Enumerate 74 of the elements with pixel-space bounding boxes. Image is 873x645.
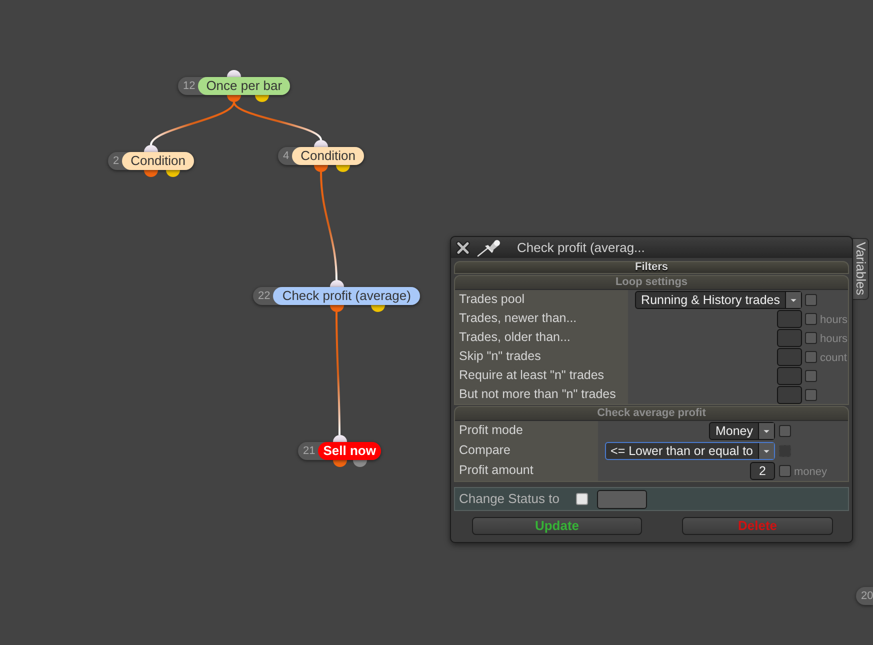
checkbox[interactable] <box>779 465 791 477</box>
node-number: 2 <box>112 154 120 169</box>
node-body[interactable]: 21 Sell now <box>298 442 381 460</box>
number-field[interactable] <box>777 310 802 328</box>
output-port-icon[interactable] <box>255 95 269 102</box>
checkbox[interactable] <box>805 350 817 362</box>
field-label: Compare <box>455 441 598 461</box>
section-title: Check average profit <box>455 407 848 421</box>
panel-title: Check profit (averag... <box>517 238 645 257</box>
output-port-icon[interactable] <box>332 460 346 467</box>
checkbox[interactable] <box>805 388 817 400</box>
output-port-icon[interactable] <box>371 305 386 312</box>
caret-icon <box>758 443 774 459</box>
node-body[interactable]: 4 Condition <box>278 147 364 165</box>
checkbox[interactable] <box>779 425 791 437</box>
node-body[interactable]: 22 Check profit (average) <box>253 287 420 305</box>
output-port-icon[interactable] <box>336 165 350 172</box>
number-field[interactable] <box>777 328 802 346</box>
field-label: Trades, newer than... <box>455 309 628 328</box>
node-number: 22 <box>257 289 272 304</box>
number-field[interactable] <box>777 366 802 384</box>
node-number: 12 <box>182 79 196 94</box>
checkbox[interactable] <box>805 370 817 382</box>
caret-icon <box>758 423 774 439</box>
checkbox[interactable] <box>576 493 588 505</box>
node-label: Condition <box>122 152 194 170</box>
field-label: Trades, older than... <box>455 328 628 347</box>
field-label: Profit amount <box>455 461 598 481</box>
checkbox[interactable] <box>805 332 817 344</box>
unit-label: hours <box>820 332 848 344</box>
dropdown[interactable]: Money <box>709 422 775 440</box>
input-port-icon[interactable] <box>330 280 344 287</box>
output-port-icon[interactable] <box>314 165 328 172</box>
node-number: 21 <box>302 444 316 459</box>
field-label: Require at least "n" trades <box>455 366 628 385</box>
field-label: Trades pool <box>455 290 628 309</box>
input-port-icon[interactable] <box>332 435 346 442</box>
variables-tab[interactable]: Variables <box>852 238 869 300</box>
filters-header: Filters <box>454 261 849 274</box>
number-field[interactable]: 2 <box>750 462 775 480</box>
node-label: Check profit (average) <box>273 287 420 305</box>
input-port-icon[interactable] <box>227 70 241 77</box>
unit-label: hours <box>820 314 848 326</box>
section-title: Loop settings <box>455 276 848 290</box>
dropdown[interactable]: <= Lower than or equal to <box>604 442 775 460</box>
node-body[interactable]: 2 Condition <box>108 152 194 170</box>
checkbox[interactable] <box>805 294 817 306</box>
output-port-icon[interactable] <box>330 305 344 312</box>
output-port-icon[interactable] <box>353 460 368 467</box>
output-port-icon[interactable] <box>166 170 180 177</box>
pushpin-icon[interactable] <box>477 238 501 256</box>
update-button[interactable]: Update <box>472 517 642 535</box>
status-label: Change Status to <box>459 490 560 508</box>
input-port-icon[interactable] <box>314 140 328 147</box>
input-port-icon[interactable] <box>144 145 158 152</box>
field-label: But not more than "n" trades <box>455 385 628 404</box>
number-field[interactable] <box>777 348 802 366</box>
number-field[interactable] <box>777 386 802 404</box>
node-label: Sell now <box>318 442 381 460</box>
node-label: Once per bar <box>198 77 290 95</box>
output-port-icon[interactable] <box>144 170 158 177</box>
field-label: Skip "n" trades <box>455 347 628 366</box>
unit-label: count <box>820 352 847 364</box>
output-port-icon[interactable] <box>227 95 241 102</box>
field-label: Profit mode <box>455 421 598 441</box>
checkbox[interactable] <box>805 312 817 324</box>
color-field[interactable] <box>597 490 648 508</box>
caret-icon <box>785 292 801 308</box>
node-number: 4 <box>282 149 290 164</box>
node-body[interactable]: 12 Once per bar <box>178 77 290 95</box>
close-icon[interactable] <box>456 240 470 254</box>
unit-label: money <box>794 466 828 478</box>
dropdown[interactable]: Running & History trades <box>635 290 802 308</box>
node-label: Condition <box>292 147 364 165</box>
